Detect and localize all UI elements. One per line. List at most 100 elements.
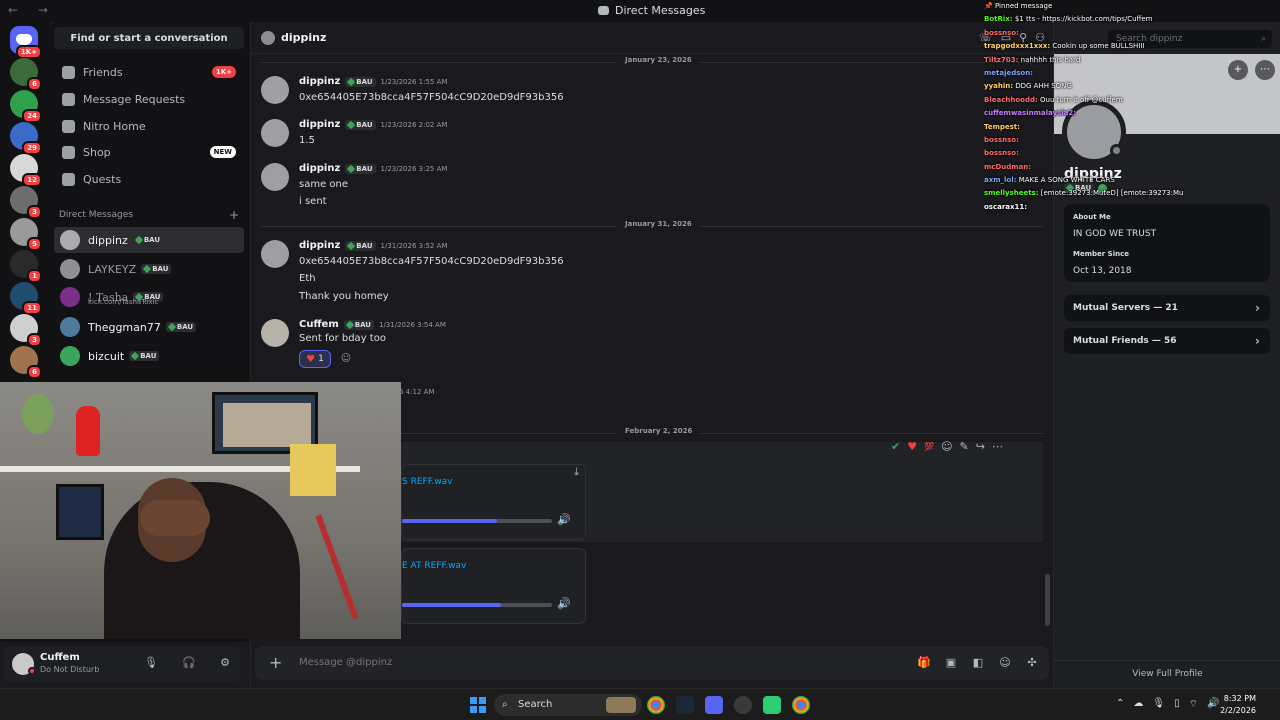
date-divider-label: January 23, 2026: [617, 56, 700, 64]
gif-icon[interactable]: ▣: [944, 656, 958, 670]
taskbar-clock[interactable]: 8:32 PM 2/2/2026: [1212, 693, 1256, 717]
forward-icon[interactable]: ↪: [976, 440, 985, 453]
battery-icon[interactable]: ▯: [1174, 698, 1180, 711]
microphone-icon[interactable]: 🎙: [144, 656, 158, 670]
server-icon[interactable]: 29: [10, 122, 42, 155]
message-actions-toolbar: ✔ ♥ 💯 ☺ ✎ ↪ ⋯: [891, 436, 1003, 456]
view-full-profile-link[interactable]: View Full Profile: [1054, 660, 1280, 686]
message-text: 1.5: [299, 135, 315, 146]
stream-chat-user: smellysheets:: [984, 189, 1039, 198]
find-conversation-button[interactable]: Find or start a conversation: [54, 27, 244, 49]
server-icon[interactable]: 3: [10, 186, 42, 219]
attachment-filename[interactable]: E AT REFF.wav: [402, 561, 466, 571]
author-name[interactable]: dippinz: [299, 163, 340, 174]
microphone-icon[interactable]: 🎙: [1152, 698, 1165, 711]
sticker-icon[interactable]: ◧: [971, 656, 985, 670]
sidebar-item-message-requests[interactable]: Message Requests: [54, 87, 244, 111]
server-icon[interactable]: 11: [10, 282, 42, 315]
server-icon[interactable]: 24: [10, 90, 42, 123]
chrome-icon[interactable]: [647, 696, 665, 714]
author-avatar[interactable]: [261, 319, 289, 347]
add-friend-icon[interactable]: +: [1228, 60, 1248, 80]
heart-icon[interactable]: ♥: [907, 440, 917, 453]
audio-progress[interactable]: [402, 603, 552, 607]
windows-start-icon[interactable]: [470, 697, 486, 713]
quests-icon: [62, 172, 75, 186]
attachment-filename[interactable]: S REFF.wav: [402, 477, 452, 487]
author-name[interactable]: dippinz: [299, 119, 340, 130]
author-name[interactable]: Cuffem: [299, 319, 339, 330]
message-header: Cuffem BAU 1/31/2026 3:54 AM: [299, 319, 446, 330]
gift-icon[interactable]: 🎁: [917, 656, 931, 670]
gear-icon[interactable]: ⚙: [218, 656, 232, 670]
author-name[interactable]: dippinz: [299, 240, 340, 251]
author-avatar[interactable]: [261, 240, 289, 268]
cloud-icon[interactable]: ☁: [1133, 698, 1143, 711]
sidebar-item-friends[interactable]: Friends 1K+: [54, 60, 244, 84]
app-icon[interactable]: [734, 696, 752, 714]
edit-icon[interactable]: ✎: [960, 440, 969, 453]
emoji-icon[interactable]: ☺: [998, 656, 1012, 670]
app-icon[interactable]: [763, 696, 781, 714]
chat-scrollbar[interactable]: [1045, 574, 1050, 626]
author-avatar[interactable]: [261, 163, 289, 191]
sidebar-item-shop[interactable]: Shop NEW: [54, 140, 244, 164]
dm-item-tasha[interactable]: ! Tasha BAU kick.com/TashaToxic: [54, 284, 244, 310]
volume-icon[interactable]: 🔊: [557, 513, 571, 526]
unread-badge: 5: [27, 237, 42, 251]
audio-attachment[interactable]: E AT REFF.wav 🔊: [401, 548, 586, 624]
timestamp: 1/23/2026 2:02 AM: [380, 120, 448, 129]
add-reaction-icon[interactable]: ☺: [337, 350, 355, 368]
chrome-icon[interactable]: [792, 696, 810, 714]
server-icon[interactable]: 1: [10, 250, 42, 283]
dm-item-laykeyz[interactable]: LAYKEYZ BAU: [54, 256, 244, 282]
server-icon[interactable]: 5: [10, 218, 42, 251]
mutual-servers-row[interactable]: Mutual Servers — 21 ›: [1064, 295, 1270, 321]
more-icon[interactable]: ⋯: [992, 440, 1003, 453]
user-panel: Cuffem Do Not Disturb 🎙 🎧 ⚙: [4, 646, 240, 682]
server-icon[interactable]: 3: [10, 314, 42, 347]
author-avatar[interactable]: [261, 76, 289, 104]
server-icon[interactable]: 6: [10, 346, 42, 379]
stream-chat-line: axm_lol: MAKE A SONG WHITE CARS: [984, 174, 1184, 187]
steam-icon[interactable]: [676, 696, 694, 714]
dm-item-dippinz[interactable]: dippinz BAU: [54, 227, 244, 253]
heart-reaction[interactable]: ♥ 1: [299, 350, 331, 368]
mutual-friends-row[interactable]: Mutual Friends — 56 ›: [1064, 328, 1270, 354]
discord-home-button[interactable]: 1K+: [10, 26, 42, 59]
download-icon[interactable]: ⤓: [574, 465, 579, 479]
dm-name: bizcuit: [88, 349, 125, 363]
unread-badge: 3: [27, 205, 42, 219]
leaf-icon: [134, 235, 144, 245]
discord-icon[interactable]: [705, 696, 723, 714]
server-icon[interactable]: 6: [10, 58, 42, 91]
headphones-icon[interactable]: 🎧: [182, 656, 196, 670]
upload-plus-icon[interactable]: +: [269, 653, 282, 672]
stream-chat-line: trapgodxxx1xxx: Cookin up some BULLSHIII: [984, 40, 1184, 53]
chevron-up-icon[interactable]: ⌃: [1116, 698, 1124, 711]
history-nav[interactable]: ← →: [8, 3, 56, 17]
taskbar-search[interactable]: ⌕ Search: [494, 694, 642, 716]
hundred-icon[interactable]: 💯: [924, 442, 934, 451]
wifi-icon[interactable]: ⌔: [1189, 698, 1198, 711]
volume-icon[interactable]: 🔊: [557, 597, 571, 610]
sidebar-item-quests[interactable]: Quests: [54, 167, 244, 191]
apps-icon[interactable]: ✣: [1025, 656, 1039, 670]
author-name[interactable]: dippinz: [299, 76, 340, 87]
dm-item-theggman77[interactable]: Theggman77 BAU: [54, 314, 244, 340]
check-reaction-icon[interactable]: ✔: [891, 440, 900, 453]
sidebar-item-label: Nitro Home: [83, 119, 146, 133]
more-icon[interactable]: ⋯: [1255, 60, 1275, 80]
author-avatar[interactable]: [261, 119, 289, 147]
guild-tag: BAU: [345, 119, 376, 130]
create-dm-icon[interactable]: +: [229, 208, 239, 222]
audio-progress[interactable]: [402, 519, 552, 523]
message-input[interactable]: [299, 657, 599, 668]
sidebar-item-nitro[interactable]: Nitro Home: [54, 114, 244, 138]
dm-item-bizcuit[interactable]: bizcuit BAU: [54, 343, 244, 369]
add-reaction-icon[interactable]: ☺: [941, 440, 952, 453]
server-icon[interactable]: 12: [10, 154, 42, 187]
friends-icon: [62, 65, 75, 79]
user-name[interactable]: Cuffem: [40, 652, 80, 663]
audio-attachment[interactable]: S REFF.wav ⤓ 🔊: [401, 464, 586, 540]
